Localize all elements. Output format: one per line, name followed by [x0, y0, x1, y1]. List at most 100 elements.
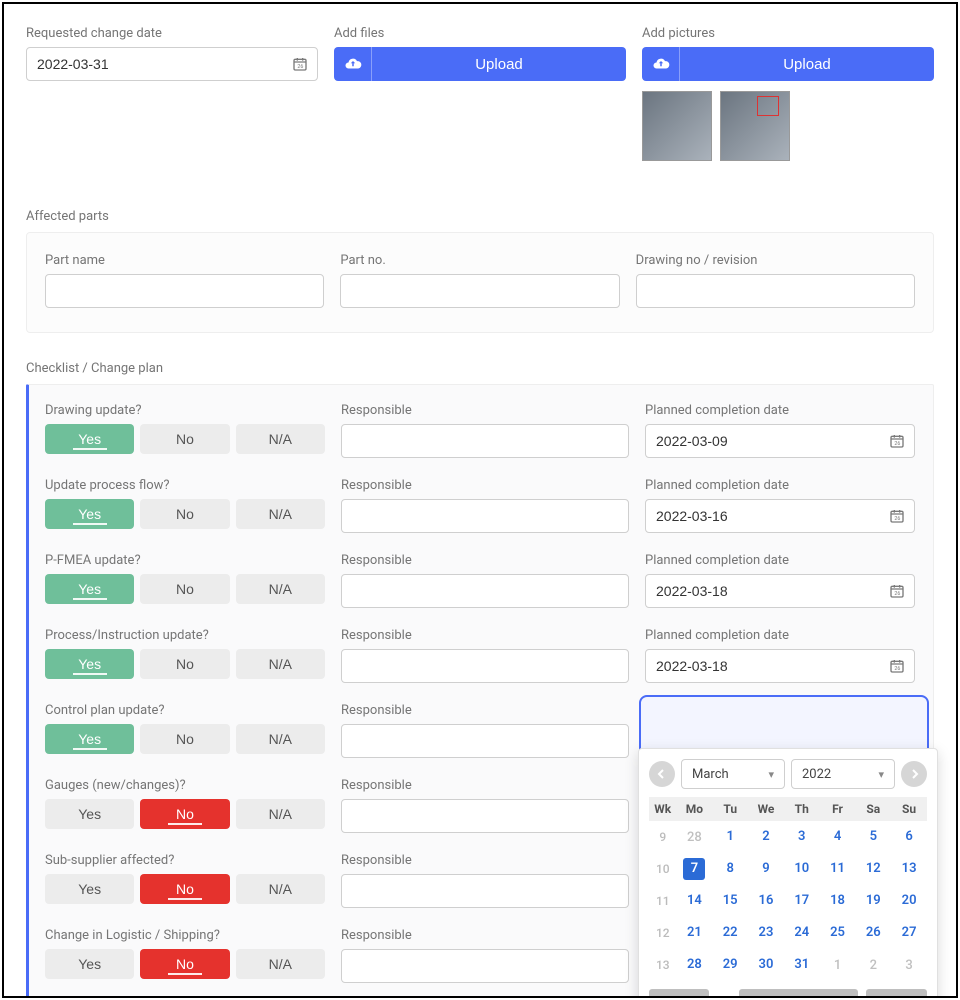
- responsible-label: Responsible: [341, 778, 629, 793]
- toggle-no[interactable]: No: [140, 949, 229, 979]
- toggle-no[interactable]: No: [140, 874, 229, 904]
- calendar-day[interactable]: 18: [820, 885, 856, 917]
- year-select[interactable]: 2022 ▾: [791, 759, 895, 789]
- toggle-no[interactable]: No: [140, 649, 229, 679]
- picture-thumbnail[interactable]: [642, 91, 712, 161]
- toggle-yes[interactable]: Yes: [45, 574, 134, 604]
- toggle-yes[interactable]: Yes: [45, 499, 134, 529]
- toggle-yes[interactable]: Yes: [45, 424, 134, 454]
- responsible-input[interactable]: [341, 499, 629, 533]
- responsible-input[interactable]: [341, 724, 629, 758]
- calendar-day[interactable]: 4: [820, 821, 856, 853]
- calendar-day[interactable]: 10: [784, 853, 820, 885]
- add-pictures-label: Add pictures: [642, 26, 934, 41]
- checklist-section-label: Checklist / Change plan: [26, 361, 934, 376]
- checklist-question: Gauges (new/changes)?: [45, 778, 325, 793]
- responsible-input[interactable]: [341, 574, 629, 608]
- week-number: 10: [649, 853, 677, 885]
- responsible-input[interactable]: [341, 874, 629, 908]
- responsible-input[interactable]: [341, 949, 629, 983]
- part-no-label: Part no.: [340, 253, 619, 268]
- calendar-day[interactable]: 16: [748, 885, 784, 917]
- calendar-day[interactable]: 29: [712, 949, 748, 981]
- calendar-day[interactable]: 15: [712, 885, 748, 917]
- planned-date-label: Planned completion date: [645, 478, 915, 493]
- add-files-field: Add files Upload: [334, 26, 626, 161]
- calendar-day[interactable]: 9: [748, 853, 784, 885]
- toggle-yes[interactable]: Yes: [45, 649, 134, 679]
- responsible-label: Responsible: [341, 478, 629, 493]
- calendar-day[interactable]: 25: [820, 917, 856, 949]
- toggle-no[interactable]: No: [140, 424, 229, 454]
- calendar-day[interactable]: 8: [712, 853, 748, 885]
- toggle-no[interactable]: No: [140, 574, 229, 604]
- planned-date-input[interactable]: [645, 574, 915, 608]
- toggle-na[interactable]: N/A: [236, 424, 325, 454]
- calendar-day[interactable]: 5: [855, 821, 891, 853]
- toggle-na[interactable]: N/A: [236, 649, 325, 679]
- checklist-question: P-FMEA update?: [45, 553, 325, 568]
- toggle-yes[interactable]: Yes: [45, 724, 134, 754]
- date-picker-popup: March ▾ 2022 ▾ WkMoTuWeThFrSaSu 92812345…: [638, 748, 938, 998]
- calendar-day[interactable]: 6: [891, 821, 927, 853]
- calendar-day[interactable]: 13: [891, 853, 927, 885]
- calendar-day[interactable]: 22: [712, 917, 748, 949]
- checklist-question: Drawing update?: [45, 403, 325, 418]
- calendar-day[interactable]: 23: [748, 917, 784, 949]
- part-no-input[interactable]: [340, 274, 619, 308]
- calendar-day[interactable]: 21: [677, 917, 713, 949]
- responsible-input[interactable]: [341, 424, 629, 458]
- toggle-na[interactable]: N/A: [236, 799, 325, 829]
- upload-files-button[interactable]: Upload: [334, 47, 626, 81]
- next-month-button[interactable]: [901, 761, 927, 787]
- calendar-day[interactable]: 27: [891, 917, 927, 949]
- upload-pictures-button[interactable]: Upload: [642, 47, 934, 81]
- responsible-input[interactable]: [341, 649, 629, 683]
- drawing-no-label: Drawing no / revision: [636, 253, 915, 268]
- toggle-yes[interactable]: Yes: [45, 949, 134, 979]
- toggle-no[interactable]: No: [140, 724, 229, 754]
- toggle-no[interactable]: No: [140, 499, 229, 529]
- calendar-day[interactable]: 2: [748, 821, 784, 853]
- part-name-input[interactable]: [45, 274, 324, 308]
- toggle-yes[interactable]: Yes: [45, 874, 134, 904]
- calendar-day[interactable]: 12: [855, 853, 891, 885]
- calendar-day[interactable]: 1: [712, 821, 748, 853]
- requested-change-date-field: Requested change date 26: [26, 26, 318, 161]
- prev-month-button[interactable]: [649, 761, 675, 787]
- checklist-row: P-FMEA update?YesNoN/AResponsiblePlanned…: [45, 553, 915, 608]
- planned-date-input[interactable]: [645, 424, 915, 458]
- planned-date-input[interactable]: [645, 499, 915, 533]
- picture-thumbnail[interactable]: [720, 91, 790, 161]
- calendar-day[interactable]: 28: [677, 949, 713, 981]
- checklist-row: Process/Instruction update?YesNoN/ARespo…: [45, 628, 915, 683]
- planned-date-label: Planned completion date: [645, 703, 915, 718]
- month-select[interactable]: March ▾: [681, 759, 785, 789]
- week-number: 12: [649, 917, 677, 949]
- drawing-no-input[interactable]: [636, 274, 915, 308]
- calendar-day[interactable]: 3: [784, 821, 820, 853]
- requested-change-date-input[interactable]: [26, 47, 318, 81]
- toggle-na[interactable]: N/A: [236, 724, 325, 754]
- calendar-day[interactable]: 30: [748, 949, 784, 981]
- calendar-day[interactable]: 20: [891, 885, 927, 917]
- calendar-day[interactable]: 24: [784, 917, 820, 949]
- calendar-day[interactable]: 31: [784, 949, 820, 981]
- calendar-day[interactable]: 14: [677, 885, 713, 917]
- calendar-day[interactable]: 7: [677, 853, 713, 885]
- toggle-na[interactable]: N/A: [236, 874, 325, 904]
- toggle-yes[interactable]: Yes: [45, 799, 134, 829]
- week-number: 11: [649, 885, 677, 917]
- calendar-day[interactable]: 26: [855, 917, 891, 949]
- toggle-no[interactable]: No: [140, 799, 229, 829]
- toggle-na[interactable]: N/A: [236, 949, 325, 979]
- responsible-input[interactable]: [341, 799, 629, 833]
- calendar-day[interactable]: 11: [820, 853, 856, 885]
- add-files-label: Add files: [334, 26, 626, 41]
- calendar-day[interactable]: 19: [855, 885, 891, 917]
- planned-date-input[interactable]: [645, 649, 915, 683]
- toggle-na[interactable]: N/A: [236, 499, 325, 529]
- toggle-na[interactable]: N/A: [236, 574, 325, 604]
- calendar-day[interactable]: 17: [784, 885, 820, 917]
- checklist-question: Update process flow?: [45, 478, 325, 493]
